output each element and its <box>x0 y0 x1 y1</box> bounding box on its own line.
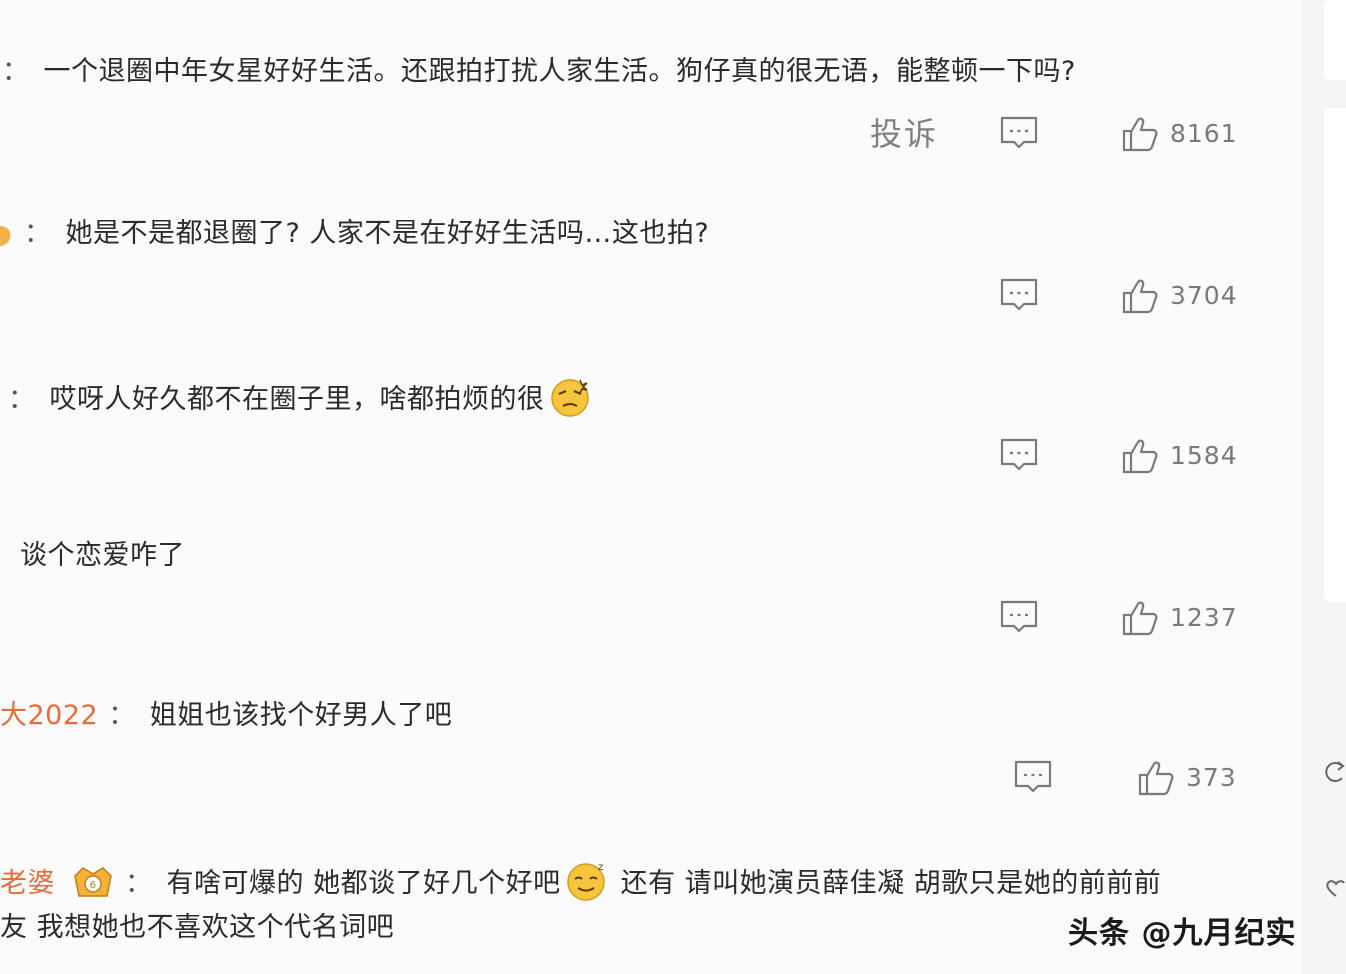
comment-text-continued: 还有 请叫她演员薛佳凝 胡歌只是她的前前前 <box>620 868 1162 899</box>
thumbs-up-icon[interactable] <box>1122 278 1158 314</box>
reply-icon[interactable] <box>1000 600 1038 634</box>
separator: ： <box>2 56 30 87</box>
username-link[interactable]: 大2022 <box>0 700 98 731</box>
side-card <box>1324 0 1346 80</box>
separator: ： <box>24 218 52 249</box>
comment-text: 哎呀人好久都不在圈子里，啥都拍烦的很 <box>49 384 545 415</box>
comment-text: 谈个恋爱咋了 <box>20 540 185 571</box>
like-count: 1584 <box>1170 441 1238 470</box>
side-card <box>1324 108 1346 602</box>
comment-text-line2: 友 我想她也不喜欢这个代名词吧 <box>0 912 395 943</box>
thumbs-up-icon[interactable] <box>1122 116 1158 152</box>
reply-icon[interactable] <box>1000 278 1038 312</box>
reply-icon[interactable] <box>1000 438 1038 472</box>
sleepy-face-emoji: z <box>566 862 605 901</box>
comment-list <box>0 0 1302 974</box>
comment-text: 她是不是都退圈了? 人家不是在好好生活吗…这也拍? <box>65 218 710 249</box>
dizzy-face-emoji <box>550 379 589 417</box>
svg-text:6: 6 <box>90 880 97 891</box>
like-count: 1237 <box>1170 603 1238 632</box>
reply-icon[interactable] <box>1014 760 1052 794</box>
comment-text: 一个退圈中年女星好好生活。还跟拍打扰人家生活。狗仔真的很无语，能整顿一下吗? <box>43 56 1076 87</box>
username-link[interactable]: 老婆 <box>0 868 55 899</box>
thumbs-up-icon[interactable] <box>1122 438 1158 474</box>
separator: ： <box>8 384 36 415</box>
thumbs-up-icon[interactable] <box>1138 760 1174 796</box>
separator: ： <box>108 700 136 731</box>
report-button[interactable]: 投诉 <box>870 114 938 154</box>
comment-text: 有啥可爆的 她都谈了好几个好吧 <box>166 868 561 899</box>
comment-text: 姐姐也该找个好男人了吧 <box>149 700 453 731</box>
thumbs-up-icon[interactable] <box>1122 600 1158 636</box>
watermark: 头条 @九月纪实 <box>1068 916 1297 951</box>
refresh-icon[interactable] <box>1324 760 1346 784</box>
svg-text:z: z <box>598 862 604 873</box>
like-count: 8161 <box>1170 119 1238 148</box>
like-count: 3704 <box>1170 281 1238 310</box>
heart-icon[interactable] <box>1324 876 1346 900</box>
avatar-icon <box>0 226 11 246</box>
separator: ： <box>125 868 153 899</box>
like-count: 373 <box>1186 763 1237 792</box>
reply-icon[interactable] <box>1000 116 1038 150</box>
vip-badge-icon: 6 <box>74 867 112 897</box>
